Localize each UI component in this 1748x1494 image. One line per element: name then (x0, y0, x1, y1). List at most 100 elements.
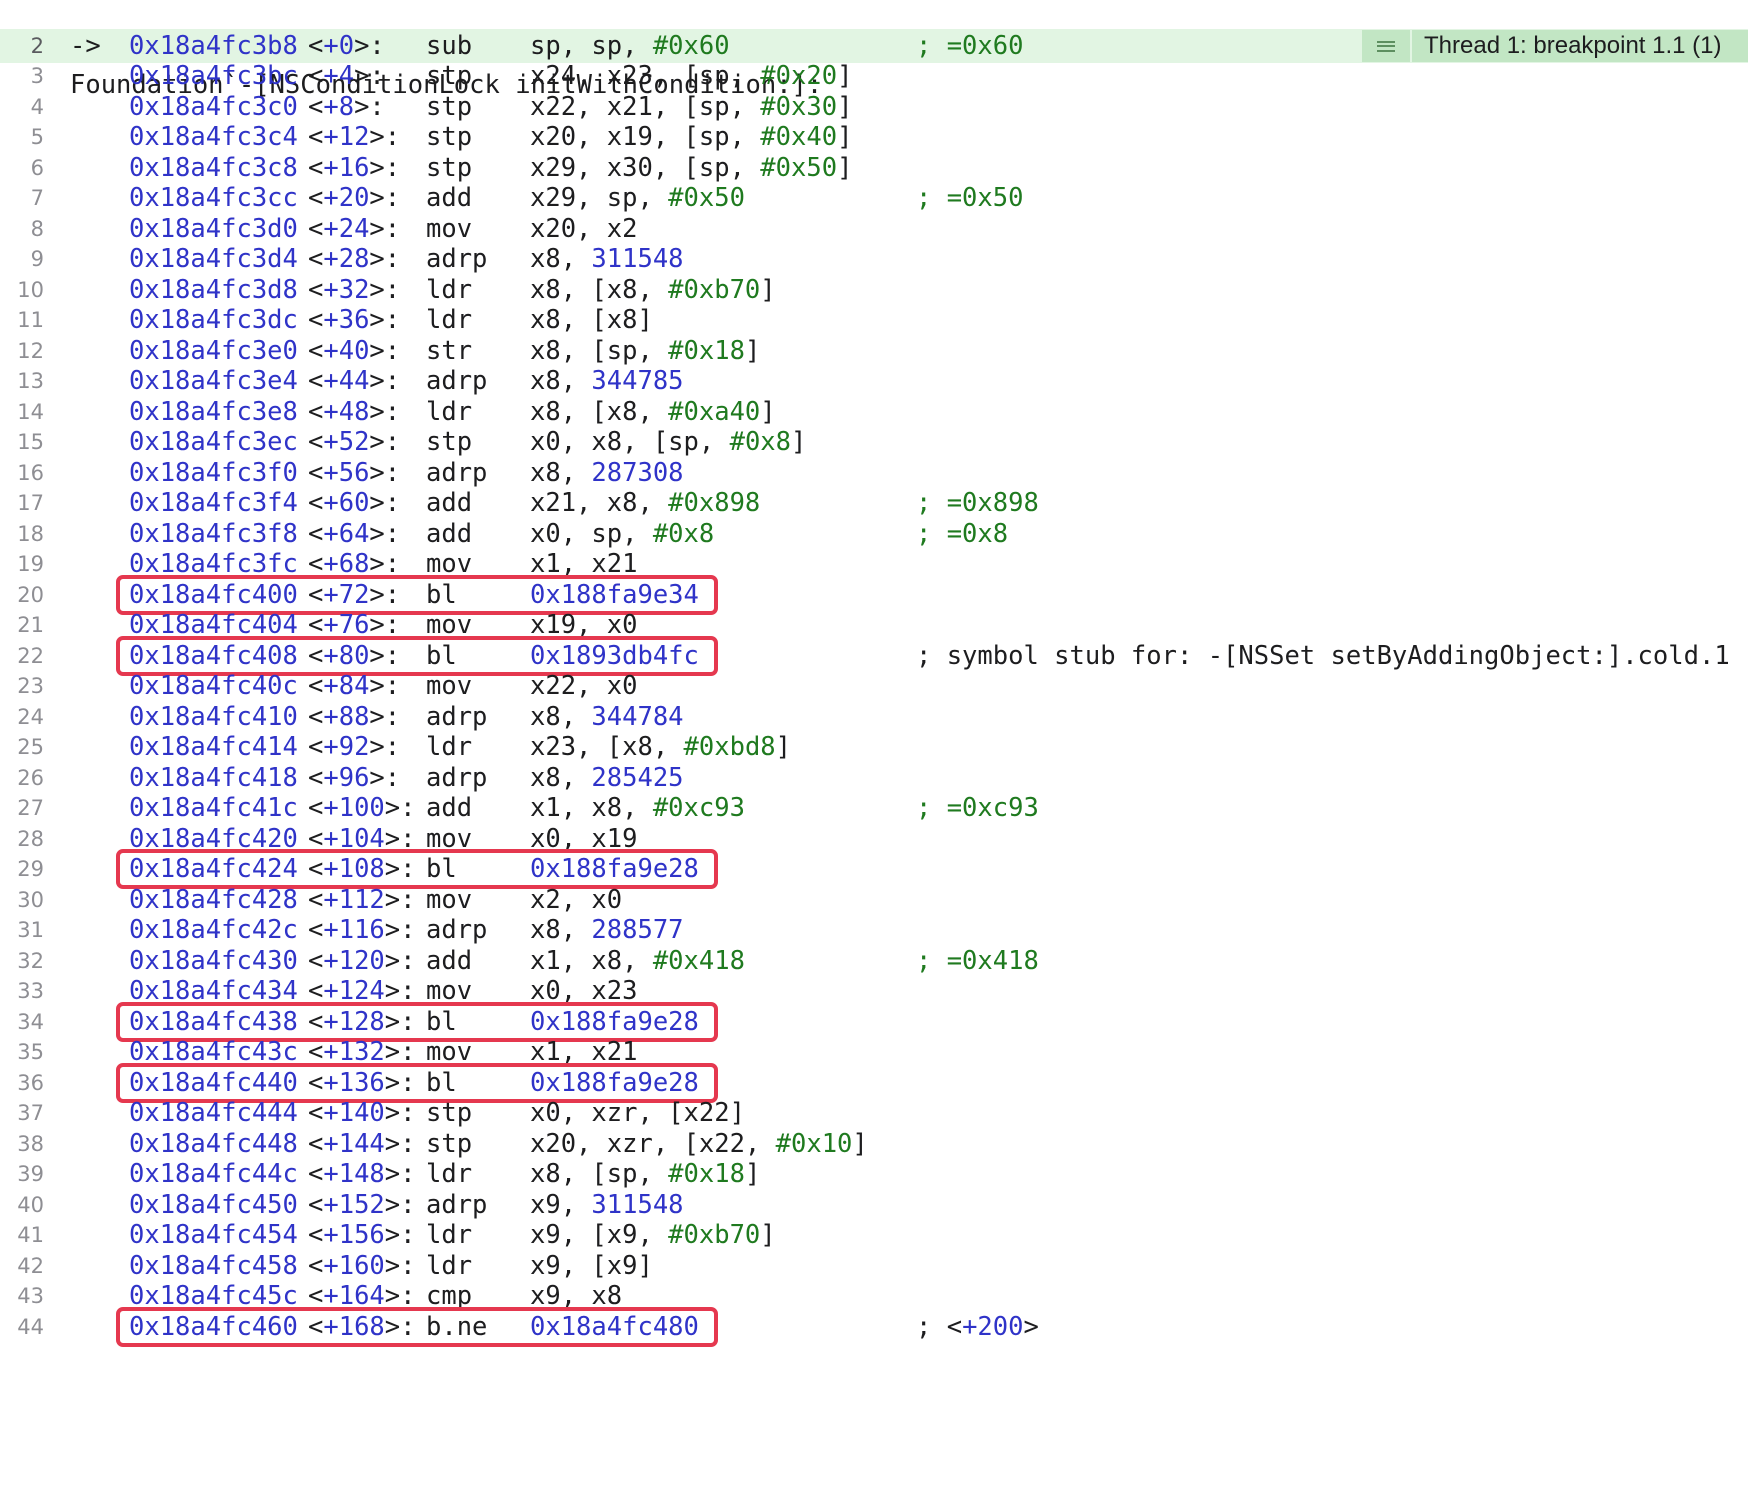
operands: x8, [sp, #0x18] (530, 1157, 760, 1191)
branch-target[interactable]: 0x188fa9e28 (530, 1068, 699, 1098)
instruction-line[interactable]: 14 0x18a4fc3e8 <+48>: ldr x8, [x8, #0xa40] (0, 395, 1748, 429)
menu-lines-icon[interactable] (1362, 30, 1410, 62)
branch-target[interactable]: 0x188fa9e28 (530, 854, 699, 884)
instruction-address[interactable]: 0x18a4fc420 (129, 822, 298, 856)
branch-target[interactable]: 0x188fa9e34 (530, 580, 699, 610)
instruction-address[interactable]: 0x18a4fc3c8 (129, 151, 298, 185)
instruction-line[interactable]: 11 0x18a4fc3dc <+36>: ldr x8, [x8] (0, 303, 1748, 337)
current-instruction-line[interactable]: 2 -> 0x18a4fc3b8 <+0>: sub sp, sp, #0x60 ; =0x… (0, 29, 1748, 63)
instruction-line[interactable]: 33 0x18a4fc434 <+124>: mov x0, x23 (0, 974, 1748, 1008)
instruction-address[interactable]: 0x18a4fc3c4 (129, 120, 298, 154)
instruction-line[interactable]: 7 0x18a4fc3cc <+20>: add x29, sp, #0x50 ; =0x… (0, 181, 1748, 215)
instruction-address[interactable]: 0x18a4fc428 (129, 883, 298, 917)
instruction-address[interactable]: 0x18a4fc3ec (129, 425, 298, 459)
instruction-line[interactable]: 30 0x18a4fc428 <+112>: mov x2, x0 (0, 883, 1748, 917)
instruction-address[interactable]: 0x18a4fc418 (129, 761, 298, 795)
instruction-address[interactable]: 0x18a4fc3bc (129, 59, 298, 93)
instruction-line[interactable]: 3 0x18a4fc3bc <+4>: stp x24, x23, [sp, #0x20… (0, 59, 1748, 93)
instruction-line[interactable]: 41 0x18a4fc454 <+156>: ldr x9, [x9, #0xb70] (0, 1218, 1748, 1252)
instruction-line[interactable]: 27 0x18a4fc41c <+100>: add x1, x8, #0xc93 ; =… (0, 791, 1748, 825)
branch-target[interactable]: 0x188fa9e28 (530, 1007, 699, 1037)
instruction-address[interactable]: 0x18a4fc41c (129, 791, 298, 825)
instruction-line[interactable]: 43 0x18a4fc45c <+164>: cmp x9, x8 (0, 1279, 1748, 1313)
instruction-address[interactable]: 0x18a4fc434 (129, 974, 298, 1008)
instruction-line[interactable]: 15 0x18a4fc3ec <+52>: stp x0, x8, [sp, #0x8] (0, 425, 1748, 459)
instruction-line[interactable]: 28 0x18a4fc420 <+104>: mov x0, x19 (0, 822, 1748, 856)
instruction-address[interactable]: 0x18a4fc414 (129, 730, 298, 764)
instruction-line[interactable]: 42 0x18a4fc458 <+160>: ldr x9, [x9] (0, 1249, 1748, 1283)
instruction-line[interactable]: 44 0x18a4fc460 <+168>: b.ne 0x18a4fc480 ; <+2… (0, 1310, 1748, 1344)
instruction-address[interactable]: 0x18a4fc3e4 (129, 364, 298, 398)
instruction-address[interactable]: 0x18a4fc424 (129, 852, 298, 886)
instruction-address[interactable]: 0x18a4fc410 (129, 700, 298, 734)
instruction-address[interactable]: 0x18a4fc454 (129, 1218, 298, 1252)
instruction-address[interactable]: 0x18a4fc40c (129, 669, 298, 703)
instruction-address[interactable]: 0x18a4fc430 (129, 944, 298, 978)
instruction-line[interactable]: 29 0x18a4fc424 <+108>: bl 0x188fa9e28 (0, 852, 1748, 886)
instruction-line[interactable]: 37 0x18a4fc444 <+140>: stp x0, xzr, [x22] (0, 1096, 1748, 1130)
instruction-line[interactable]: 34 0x18a4fc438 <+128>: bl 0x188fa9e28 (0, 1005, 1748, 1039)
instruction-line[interactable]: 13 0x18a4fc3e4 <+44>: adrp x8, 344785 (0, 364, 1748, 398)
instruction-address[interactable]: 0x18a4fc42c (129, 913, 298, 947)
instruction-line[interactable]: 32 0x18a4fc430 <+120>: add x1, x8, #0x418 ; =… (0, 944, 1748, 978)
instruction-address[interactable]: 0x18a4fc3e0 (129, 334, 298, 368)
instruction-line[interactable]: 31 0x18a4fc42c <+116>: adrp x8, 288577 (0, 913, 1748, 947)
instruction-address[interactable]: 0x18a4fc460 (129, 1310, 298, 1344)
instruction-line[interactable]: 10 0x18a4fc3d8 <+32>: ldr x8, [x8, #0xb70] (0, 273, 1748, 307)
instruction-address[interactable]: 0x18a4fc3d0 (129, 212, 298, 246)
instruction-address[interactable]: 0x18a4fc3dc (129, 303, 298, 337)
instruction-line[interactable]: 39 0x18a4fc44c <+148>: ldr x8, [sp, #0x18] (0, 1157, 1748, 1191)
instruction-line[interactable]: 25 0x18a4fc414 <+92>: ldr x23, [x8, #0xbd8] (0, 730, 1748, 764)
instruction-address[interactable]: 0x18a4fc3c0 (129, 90, 298, 124)
immediate-operand: #0x20 (760, 61, 838, 91)
line-number: 8 (30, 217, 44, 241)
instruction-line[interactable]: 22 0x18a4fc408 <+80>: bl 0x1893db4fc ; symbol… (0, 639, 1748, 673)
instruction-address[interactable]: 0x18a4fc444 (129, 1096, 298, 1130)
instruction-line[interactable]: 6 0x18a4fc3c8 <+16>: stp x29, x30, [sp, #0x5… (0, 151, 1748, 185)
instruction-address[interactable]: 0x18a4fc440 (129, 1066, 298, 1100)
breakpoint-badge[interactable]: Thread 1: breakpoint 1.1 (1) (1362, 30, 1748, 62)
instruction-line[interactable]: 35 0x18a4fc43c <+132>: mov x1, x21 (0, 1035, 1748, 1069)
offset-value: +168 (323, 1312, 385, 1342)
instruction-line[interactable]: 4 0x18a4fc3c0 <+8>: stp x22, x21, [sp, #0x30… (0, 90, 1748, 124)
instruction-line[interactable]: 21 0x18a4fc404 <+76>: mov x19, x0 (0, 608, 1748, 642)
instruction-address[interactable]: 0x18a4fc450 (129, 1188, 298, 1222)
instruction-address[interactable]: 0x18a4fc448 (129, 1127, 298, 1161)
instruction-address[interactable]: 0x18a4fc458 (129, 1249, 298, 1283)
instruction-address[interactable]: 0x18a4fc408 (129, 639, 298, 673)
instruction-address[interactable]: 0x18a4fc43c (129, 1035, 298, 1069)
branch-target[interactable]: 0x1893db4fc (530, 641, 699, 671)
instruction-line[interactable]: 20 0x18a4fc400 <+72>: bl 0x188fa9e34 (0, 578, 1748, 612)
instruction-line[interactable]: 38 0x18a4fc448 <+144>: stp x20, xzr, [x22, #… (0, 1127, 1748, 1161)
instruction-address[interactable]: 0x18a4fc404 (129, 608, 298, 642)
branch-target[interactable]: 0x18a4fc480 (530, 1312, 699, 1342)
instruction-line[interactable]: 5 0x18a4fc3c4 <+12>: stp x20, x19, [sp, #0x4… (0, 120, 1748, 154)
disassembly-view[interactable]: 1 Foundation`-[NSConditionLock initWithC… (0, 0, 1748, 1494)
instruction-address[interactable]: 0x18a4fc3d8 (129, 273, 298, 307)
instruction-line[interactable]: 36 0x18a4fc440 <+136>: bl 0x188fa9e28 (0, 1066, 1748, 1100)
instruction-address[interactable]: 0x18a4fc3cc (129, 181, 298, 215)
instruction-address[interactable]: 0x18a4fc3d4 (129, 242, 298, 276)
instruction-line[interactable]: 19 0x18a4fc3fc <+68>: mov x1, x21 (0, 547, 1748, 581)
instruction-line[interactable]: 26 0x18a4fc418 <+96>: adrp x8, 285425 (0, 761, 1748, 795)
instruction-address[interactable]: 0x18a4fc44c (129, 1157, 298, 1191)
instruction-line[interactable]: 9 0x18a4fc3d4 <+28>: adrp x8, 311548 (0, 242, 1748, 276)
instruction-line[interactable]: 40 0x18a4fc450 <+152>: adrp x9, 311548 (0, 1188, 1748, 1222)
instruction-line[interactable]: 8 0x18a4fc3d0 <+24>: mov x20, x2 (0, 212, 1748, 246)
instruction-address[interactable]: 0x18a4fc3fc (129, 547, 298, 581)
instruction-address[interactable]: 0x18a4fc400 (129, 578, 298, 612)
instruction-address[interactable]: 0x18a4fc3e8 (129, 395, 298, 429)
instruction-line[interactable]: 17 0x18a4fc3f4 <+60>: add x21, x8, #0x898 ; =… (0, 486, 1748, 520)
instruction-address[interactable]: 0x18a4fc3f4 (129, 486, 298, 520)
instruction-address[interactable]: 0x18a4fc3b8 (129, 29, 298, 63)
instruction-address[interactable]: 0x18a4fc45c (129, 1279, 298, 1313)
instruction-line[interactable]: 24 0x18a4fc410 <+88>: adrp x8, 344784 (0, 700, 1748, 734)
instruction-line[interactable]: 16 0x18a4fc3f0 <+56>: adrp x8, 287308 (0, 456, 1748, 490)
instruction-offset: <+4>: (308, 61, 385, 91)
instruction-address[interactable]: 0x18a4fc438 (129, 1005, 298, 1039)
instruction-line[interactable]: 12 0x18a4fc3e0 <+40>: str x8, [sp, #0x18] (0, 334, 1748, 368)
instruction-address[interactable]: 0x18a4fc3f0 (129, 456, 298, 490)
instruction-line[interactable]: 18 0x18a4fc3f8 <+64>: add x0, sp, #0x8 ; =0x8 (0, 517, 1748, 551)
instruction-line[interactable]: 23 0x18a4fc40c <+84>: mov x22, x0 (0, 669, 1748, 703)
instruction-address[interactable]: 0x18a4fc3f8 (129, 517, 298, 551)
